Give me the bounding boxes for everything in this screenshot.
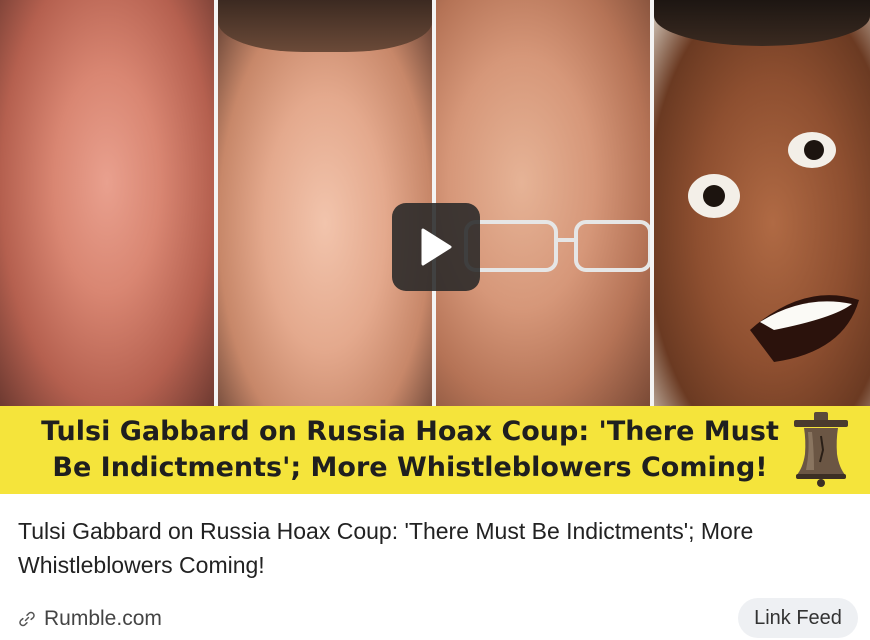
thumbnail-photo-1 [0, 0, 214, 406]
banner-line-2: Be Indictments'; More Whistleblowers Com… [52, 452, 768, 483]
link-icon [19, 611, 35, 627]
source-link[interactable]: Rumble.com [18, 604, 162, 634]
post-title[interactable]: Tulsi Gabbard on Russia Hoax Coup: 'Ther… [18, 514, 848, 582]
link-feed-tag[interactable]: Link Feed [738, 598, 858, 638]
link-preview-card[interactable]: Tulsi Gabbard on Russia Hoax Coup: 'Ther… [0, 0, 870, 640]
liberty-bell-icon [794, 412, 848, 487]
play-icon [421, 228, 452, 266]
source-domain: Rumble.com [44, 607, 162, 630]
play-button[interactable] [392, 203, 480, 291]
video-thumbnail[interactable]: Tulsi Gabbard on Russia Hoax Coup: 'Ther… [0, 0, 870, 494]
thumbnail-banner: Tulsi Gabbard on Russia Hoax Coup: 'Ther… [0, 406, 870, 494]
thumbnail-photo-4 [654, 0, 870, 406]
banner-line-1: Tulsi Gabbard on Russia Hoax Coup: 'Ther… [41, 416, 779, 447]
